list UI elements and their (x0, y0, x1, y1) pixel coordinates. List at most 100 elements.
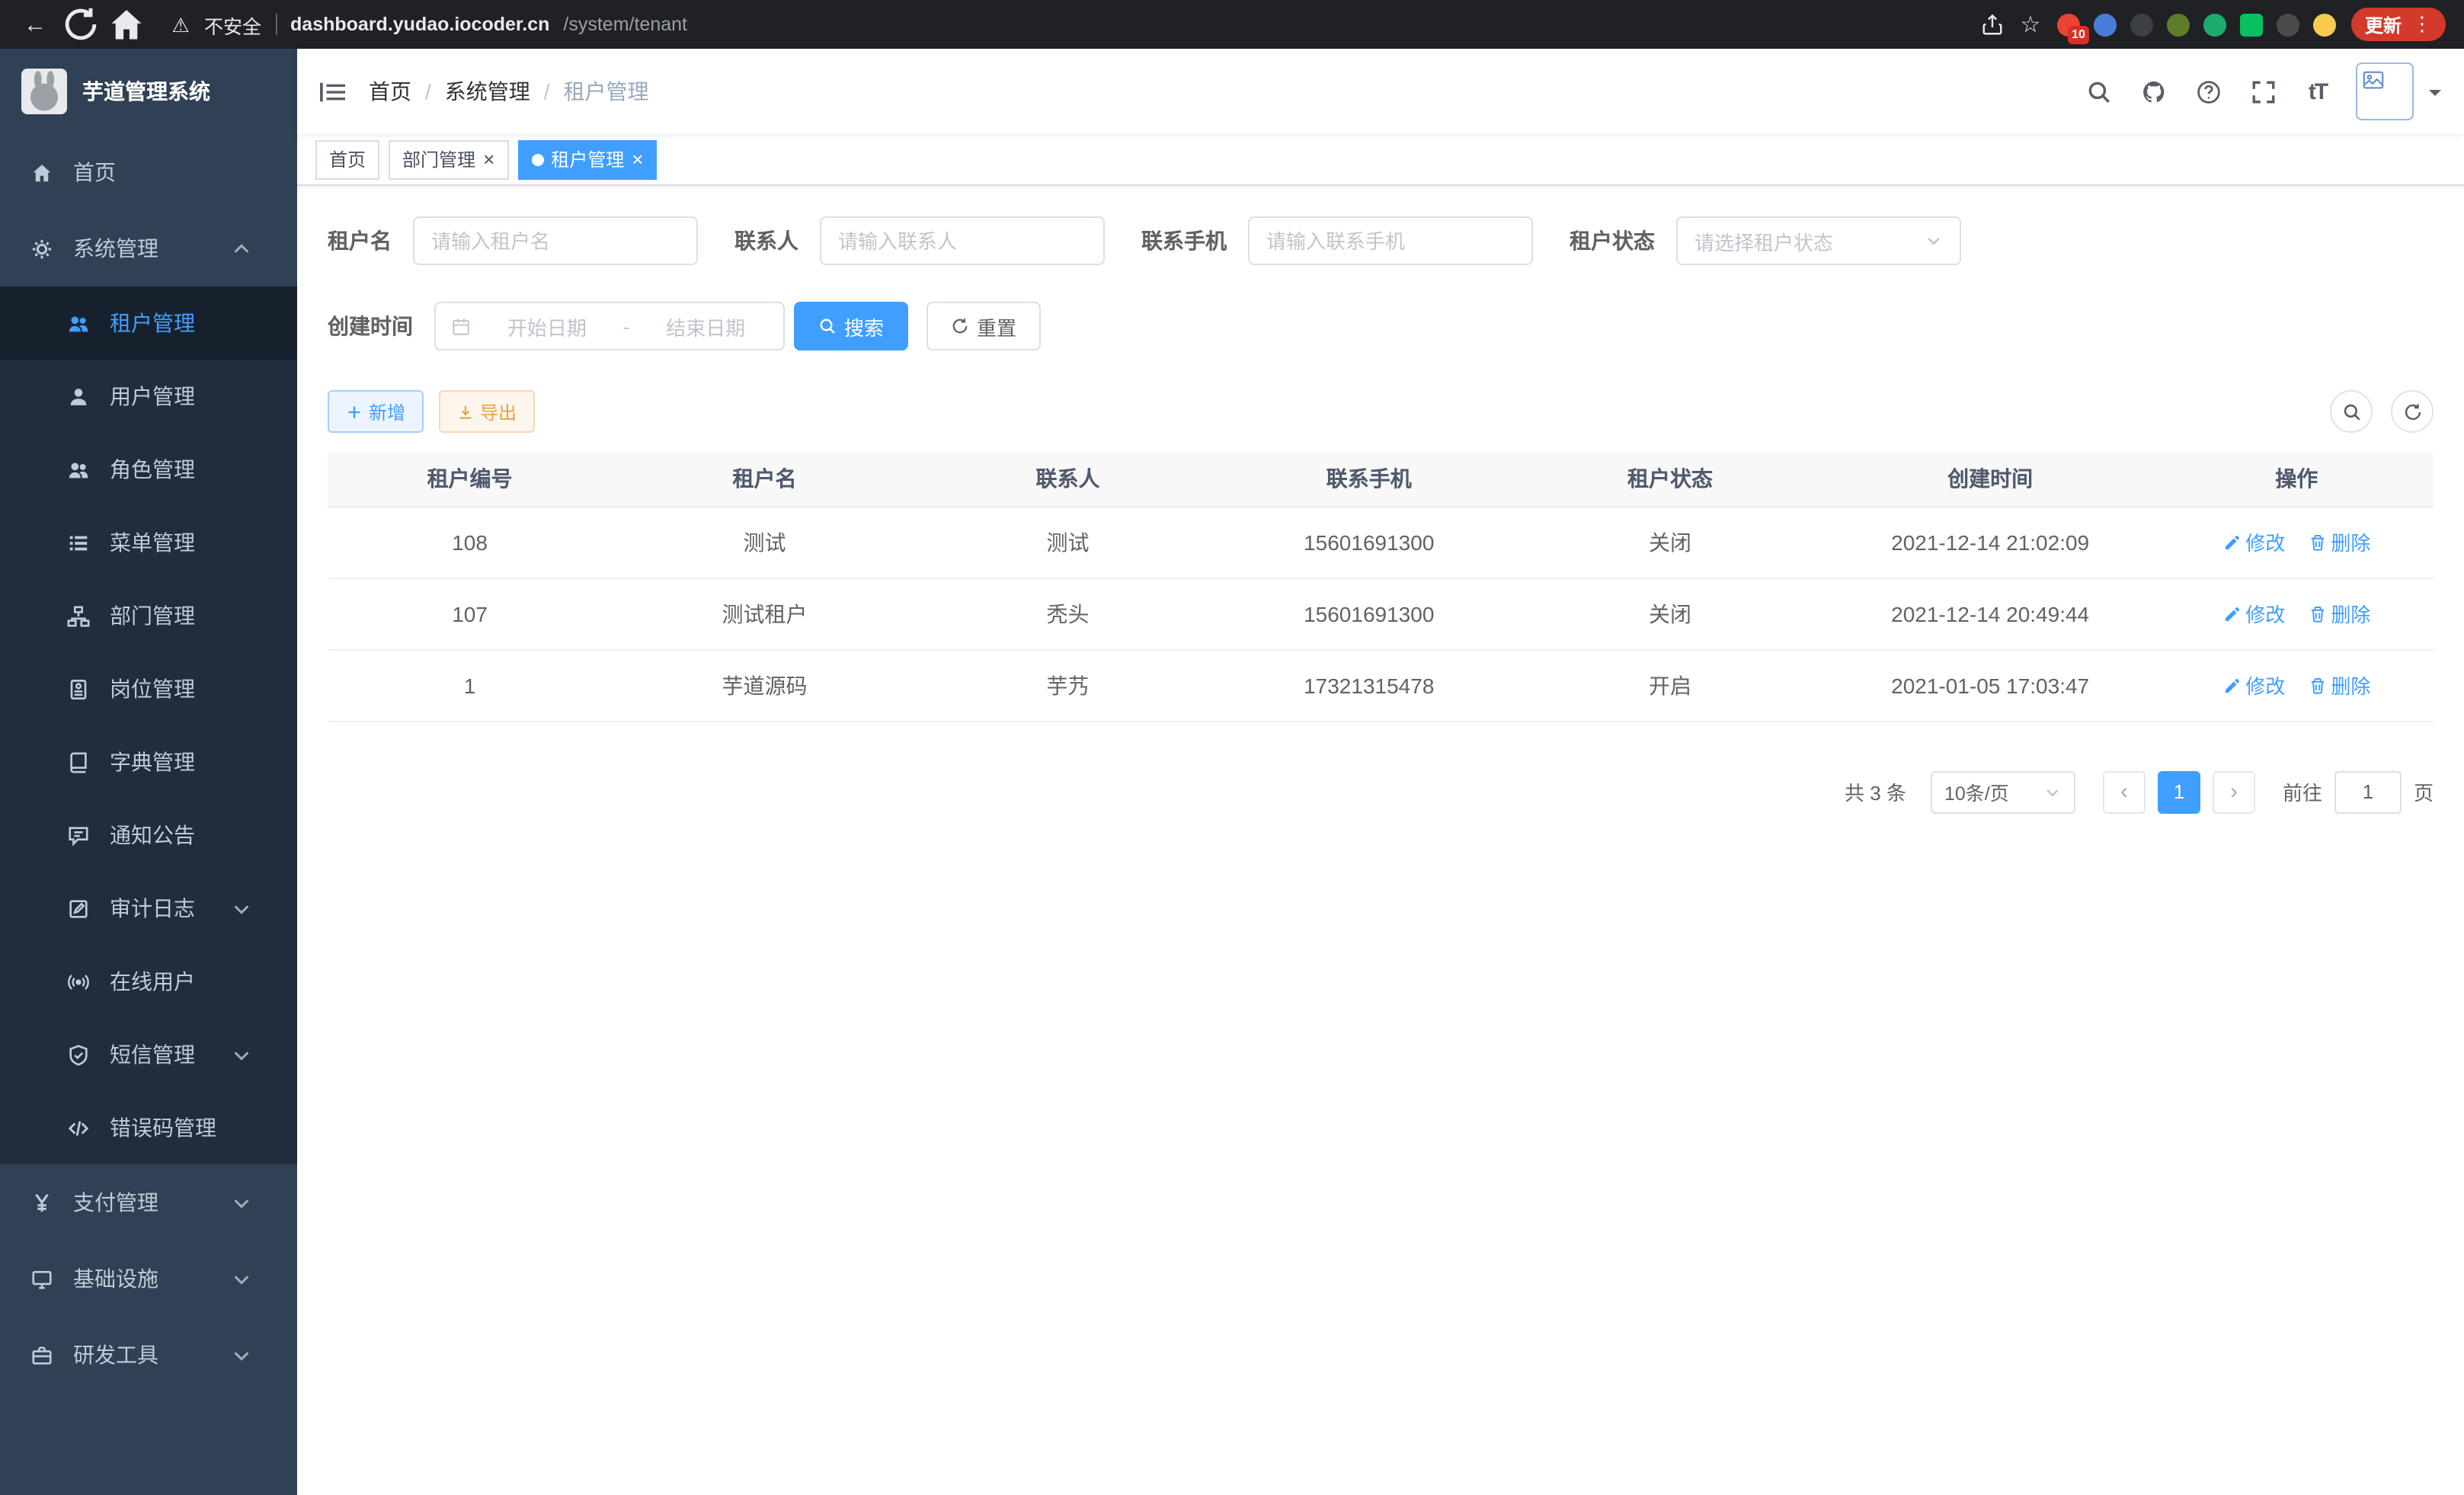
notice-icon (67, 824, 90, 847)
sidebar-item-label: 部门管理 (110, 600, 195, 631)
date-range-picker[interactable]: 开始日期 - 结束日期 (434, 302, 785, 351)
sidebar-item-7[interactable]: 岗位管理 (0, 652, 297, 725)
field-input[interactable] (838, 229, 1086, 252)
update-label: 更新 (2365, 11, 2402, 37)
extension-icon[interactable] (2167, 13, 2190, 36)
column-header: 租户名 (612, 451, 917, 506)
kebab-menu-icon[interactable]: ⋮ (2412, 12, 2432, 37)
extension-icon[interactable]: 10 (2057, 13, 2080, 36)
avatar[interactable] (2356, 62, 2414, 120)
sidebar-item-10[interactable]: 审计日志 (0, 872, 297, 945)
sidebar-item-0[interactable]: 首页 (0, 134, 297, 210)
edit-link[interactable]: 修改 (2222, 671, 2285, 699)
sidebar-item-label: 岗位管理 (110, 674, 195, 704)
back-icon[interactable]: ← (15, 5, 55, 44)
date-separator: - (623, 315, 630, 338)
sidebar-item-label: 租户管理 (110, 308, 195, 338)
sidebar-item-1[interactable]: 系统管理 (0, 210, 297, 287)
reload-icon[interactable] (61, 5, 101, 44)
add-button-label: 新增 (369, 399, 405, 424)
extension-icon[interactable] (2130, 13, 2153, 36)
extension-icon[interactable] (2313, 13, 2336, 36)
sidebar-item-12[interactable]: 短信管理 (0, 1018, 297, 1091)
help-icon[interactable] (2185, 69, 2231, 114)
breadcrumb-separator: / (425, 79, 431, 104)
sidebar-item-label: 用户管理 (110, 381, 195, 411)
goto-page-input[interactable] (2334, 770, 2402, 813)
search-button[interactable]: 搜索 (794, 302, 908, 351)
share-icon[interactable] (1981, 13, 2004, 36)
sidebar-item-2[interactable]: 租户管理 (0, 287, 297, 360)
sidebar-item-11[interactable]: 在线用户 (0, 945, 297, 1018)
delete-link[interactable]: 删除 (2308, 599, 2370, 628)
browser-update-button[interactable]: 更新 ⋮ (2351, 8, 2446, 41)
fullscreen-icon[interactable] (2240, 69, 2286, 114)
sidebar-item-4[interactable]: 角色管理 (0, 433, 297, 506)
filter-field-2: 联系手机 (1141, 216, 1533, 265)
address-bar[interactable]: ⚠ 不安全 dashboard.yudao.iocoder.cn/system/… (152, 10, 1975, 39)
bookmark-star-icon[interactable]: ☆ (2019, 13, 2042, 36)
sidebar-item-label: 角色管理 (110, 454, 195, 485)
table-header-row: 租户编号租户名联系人联系手机租户状态创建时间操作 (328, 451, 2434, 506)
breadcrumb-item[interactable]: 系统管理 (445, 76, 530, 107)
tab-2[interactable]: 租户管理 × (517, 139, 657, 179)
sidebar-item-16[interactable]: 研发工具 (0, 1317, 297, 1393)
extension-icon[interactable] (2240, 13, 2263, 36)
font-size-icon[interactable]: tT (2295, 69, 2341, 114)
field-input[interactable] (1266, 229, 1515, 252)
prev-page-button[interactable]: ‹ (2103, 770, 2146, 813)
next-page-button[interactable]: › (2213, 770, 2255, 813)
sidebar-item-8[interactable]: 字典管理 (0, 725, 297, 799)
field-input[interactable] (431, 229, 680, 252)
download-icon (457, 403, 474, 420)
page-content: 租户名联系人联系手机租户状态请选择租户状态 创建时间 开始日期 - 结束日期 搜… (297, 186, 2464, 1495)
breadcrumb-item[interactable]: 首页 (369, 76, 411, 107)
delete-link[interactable]: 删除 (2308, 671, 2370, 699)
search-icon[interactable] (2075, 69, 2121, 114)
tab-0[interactable]: 首页 (315, 139, 379, 179)
close-icon[interactable]: × (483, 149, 494, 169)
edit-link[interactable]: 修改 (2222, 527, 2285, 556)
delete-link[interactable]: 删除 (2308, 527, 2370, 556)
add-button[interactable]: 新增 (328, 390, 424, 433)
extension-icon[interactable] (2277, 13, 2299, 36)
table-body: 108测试测试15601691300关闭2021-12-14 21:02:09修… (328, 506, 2434, 721)
tab-1[interactable]: 部门管理× (389, 139, 508, 179)
sidebar-item-label: 支付管理 (73, 1187, 158, 1218)
tab-label: 租户管理 (551, 146, 624, 172)
edit-link[interactable]: 修改 (2222, 599, 2285, 628)
reset-button[interactable]: 重置 (926, 302, 1041, 351)
cell-id: 1 (328, 649, 612, 721)
table-row: 1芋道源码芋艿17321315478开启2021-01-05 17:03:47修… (328, 649, 2434, 721)
chevron-down-icon[interactable] (2429, 89, 2441, 101)
edit-label: 修改 (2245, 527, 2285, 556)
refresh-table-button[interactable] (2391, 390, 2434, 433)
toggle-search-button[interactable] (2330, 390, 2373, 433)
export-button[interactable]: 导出 (439, 390, 535, 433)
sidebar-item-5[interactable]: 菜单管理 (0, 506, 297, 579)
close-icon[interactable]: × (632, 149, 643, 169)
sidebar-item-6[interactable]: 部门管理 (0, 579, 297, 652)
sidebar-item-14[interactable]: 支付管理 (0, 1164, 297, 1240)
field-input-box (820, 216, 1105, 265)
sidebar-item-15[interactable]: 基础设施 (0, 1240, 297, 1317)
search-icon (818, 317, 837, 335)
address-divider (275, 14, 277, 35)
sidebar-toggle[interactable] (320, 78, 346, 104)
extension-icon[interactable] (2094, 13, 2117, 36)
page-number-button[interactable]: 1 (2158, 770, 2200, 813)
home-icon[interactable] (107, 5, 146, 44)
sidebar-item-label: 首页 (73, 157, 116, 187)
github-icon[interactable] (2130, 69, 2176, 114)
field-select[interactable]: 请选择租户状态 (1676, 216, 1961, 265)
url-path: /system/tenant (563, 14, 687, 35)
pagination: 共 3 条 10条/页 ‹ 1 › 前往 页 (328, 770, 2434, 813)
extension-icon[interactable] (2203, 13, 2226, 36)
sidebar-item-9[interactable]: 通知公告 (0, 799, 297, 872)
sidebar-item-3[interactable]: 用户管理 (0, 360, 297, 433)
breadcrumb: 首页/系统管理/租户管理 (369, 76, 649, 107)
app-logo[interactable]: 芋道管理系统 (0, 49, 297, 134)
page-size-select[interactable]: 10条/页 (1931, 770, 2075, 813)
filter-field-3: 租户状态请选择租户状态 (1570, 216, 1961, 265)
sidebar-item-13[interactable]: 错误码管理 (0, 1091, 297, 1164)
